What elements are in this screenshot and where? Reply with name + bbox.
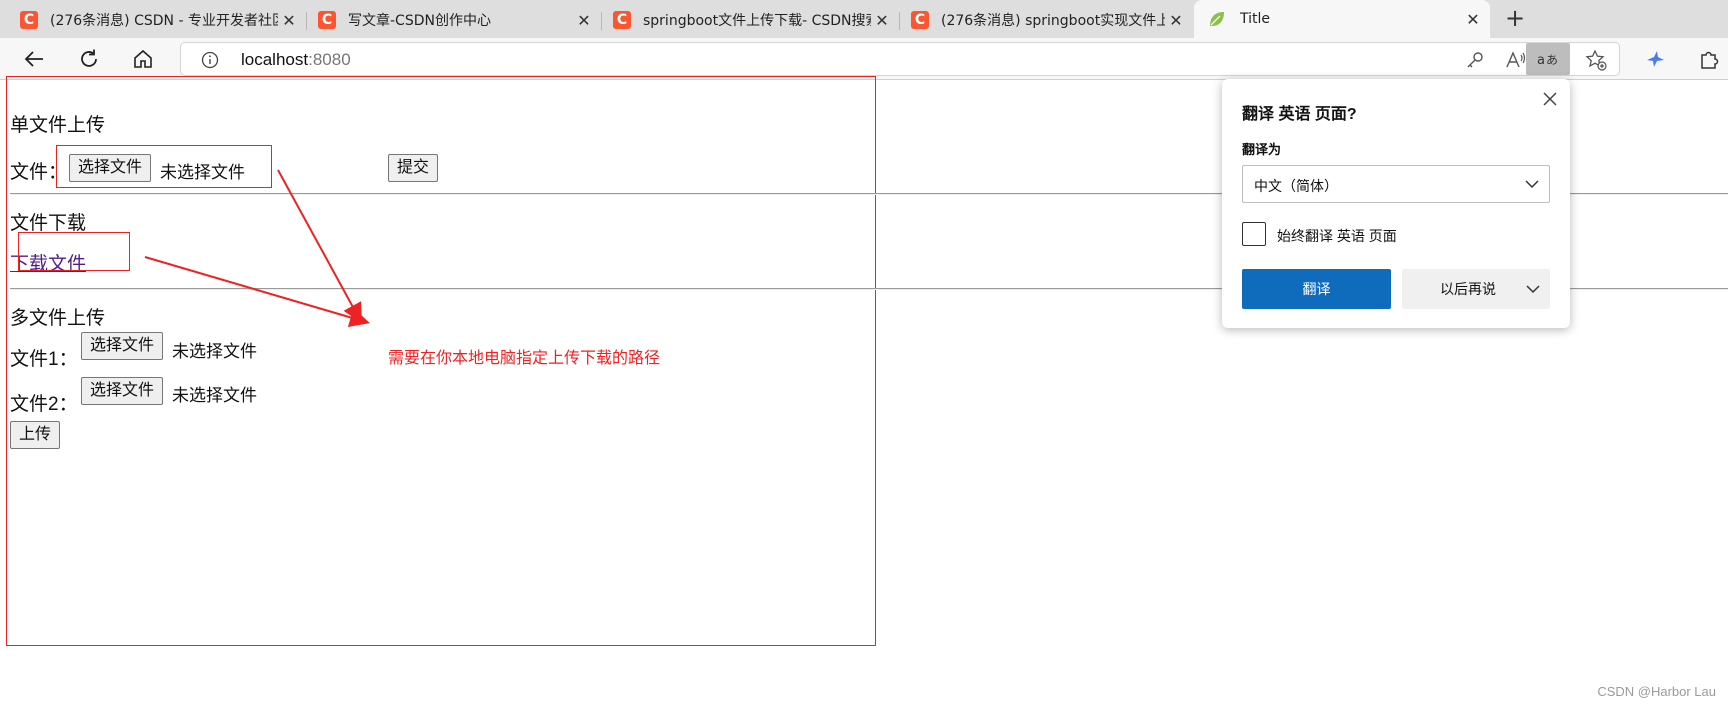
translate-popup: 翻译 英语 页面? 翻译为 中文（简体） 始终翻译 英语 页面 翻译 以后再说	[1222, 79, 1570, 328]
tab-title: (276条消息) CSDN - 专业开发者社区	[50, 13, 278, 29]
chevron-down-icon[interactable]	[1526, 284, 1540, 294]
tab-csdn-editor[interactable]: C 写文章-CSDN创作中心 ✕	[306, 4, 601, 36]
csdn-logo-icon: C	[911, 11, 929, 29]
tab-title: springboot文件上传下载- CSDN搜索	[643, 13, 871, 29]
new-tab-button[interactable]: +	[1500, 4, 1530, 34]
translate-button[interactable]: 翻译	[1242, 269, 1391, 309]
home-button[interactable]	[129, 46, 157, 72]
language-select[interactable]: 中文（简体）	[1242, 165, 1550, 203]
tab-csdn-home[interactable]: C (276条消息) CSDN - 专业开发者社区 ✕	[8, 4, 306, 36]
close-icon[interactable]	[1540, 89, 1560, 109]
url-port: :8080	[308, 50, 351, 69]
home-icon	[134, 49, 152, 68]
popup-title: 翻译 英语 页面?	[1242, 106, 1357, 123]
csdn-logo-icon: C	[613, 11, 631, 29]
tab-title: (276条消息) springboot实现文件上传	[941, 13, 1165, 29]
close-icon[interactable]: ✕	[1462, 10, 1484, 29]
selected-language: 中文（简体）	[1254, 178, 1338, 194]
arrow-from-upload	[277, 169, 362, 324]
svg-text:あ: あ	[1546, 53, 1558, 67]
close-icon[interactable]: ✕	[871, 11, 893, 30]
url-host: localhost	[241, 50, 309, 69]
arrow-left-icon	[24, 51, 43, 67]
upload-button[interactable]: 上传	[10, 421, 61, 449]
tab-strip: C (276条消息) CSDN - 专业开发者社区 ✕ C 写文章-CSDN创作…	[0, 0, 1728, 38]
tab-csdn-article[interactable]: C (276条消息) springboot实现文件上传 ✕	[899, 4, 1193, 36]
csdn-watermark: CSDN @Harbor Lau	[1597, 684, 1716, 699]
always-translate-checkbox[interactable]	[1242, 222, 1266, 246]
refresh-icon	[81, 49, 97, 67]
svg-text:a: a	[1537, 53, 1545, 68]
extensions-button[interactable]	[1695, 46, 1723, 72]
back-button[interactable]	[20, 46, 48, 72]
browser-toolbar: localhost:8080 a あ	[0, 38, 1728, 80]
extension-bird-icon	[1647, 51, 1664, 67]
tab-csdn-search[interactable]: C springboot文件上传下载- CSDN搜索 ✕	[601, 4, 899, 36]
not-now-label: 以后再说	[1440, 281, 1496, 297]
close-icon[interactable]: ✕	[278, 11, 300, 30]
url-text[interactable]: localhost:8080	[241, 50, 351, 70]
tab-title-active[interactable]: Title ✕	[1194, 0, 1490, 38]
csdn-logo-icon: C	[20, 11, 38, 29]
translate-icon[interactable]: a あ	[1526, 43, 1570, 75]
tab-title: Title	[1240, 11, 1271, 27]
collections-button[interactable]	[1641, 46, 1669, 72]
annotation-text: 需要在你本地电脑指定上传下载的路径	[388, 350, 661, 367]
spring-leaf-icon	[1210, 12, 1224, 26]
key-icon[interactable]	[1461, 47, 1489, 73]
translate-to-label: 翻译为	[1242, 142, 1282, 157]
close-icon[interactable]: ✕	[573, 11, 595, 30]
address-bar[interactable]: localhost:8080 a あ	[180, 42, 1620, 76]
info-icon[interactable]	[201, 51, 219, 69]
close-icon[interactable]: ✕	[1165, 11, 1187, 30]
not-now-button[interactable]: 以后再说	[1402, 269, 1550, 309]
reload-button[interactable]	[75, 46, 103, 72]
arrow-from-download	[144, 256, 370, 328]
chevron-down-icon	[1525, 180, 1539, 189]
puzzle-icon	[1701, 51, 1719, 69]
tab-title: 写文章-CSDN创作中心	[348, 13, 491, 29]
always-translate-label: 始终翻译 英语 页面	[1277, 228, 1397, 244]
csdn-logo-icon: C	[318, 11, 336, 29]
favorite-add-icon[interactable]	[1582, 47, 1610, 73]
